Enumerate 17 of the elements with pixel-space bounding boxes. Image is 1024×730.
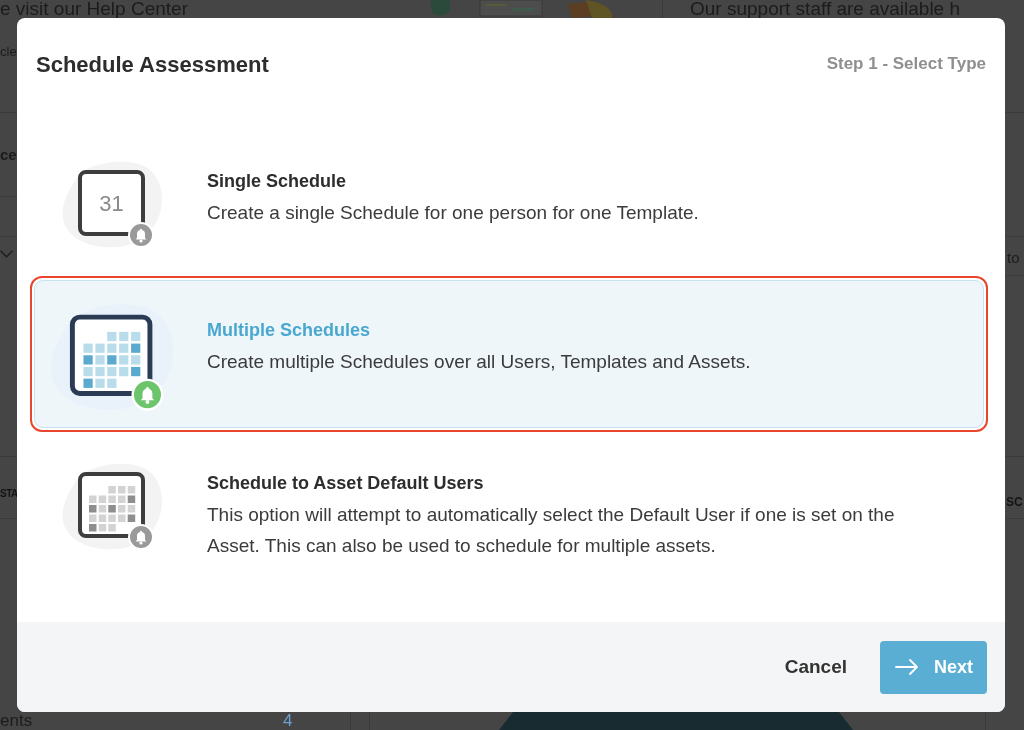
option-description: Create a single Schedule for one person for one Template. [207,201,699,225]
calendar-bell-icon: 31 [61,159,165,249]
arrow-right-icon [895,659,919,675]
schedule-option[interactable]: Multiple Schedules Create multiple Schedules over all Users, Templates and Assets. [30,276,988,432]
schedule-option[interactable]: Schedule to Asset Default Users This option will attempt to automatically select the Default User if one is set on the Asset. This can also be used to schedule for multiple assets. [30,432,988,578]
option-title: Multiple Schedules [207,319,372,342]
option-title: Single Schedule [207,170,348,193]
calendar-bell-icon [61,461,165,551]
dialog-title: Schedule Assessment [36,50,269,79]
cancel-button[interactable]: Cancel [768,640,863,694]
chevron-down-icon [0,250,13,258]
step-indicator: Step 1 - Select Type [826,53,986,76]
count-text: 4 [283,712,293,729]
option-description: Create multiple Schedules over all Users, Templates and Assets. [207,350,751,374]
schedule-option[interactable]: 31 Single Schedule Create a single Schedule for one person for one Template. [30,130,988,276]
option-description: This option will attempt to automatically select the Default User if one is set on the Asset. This can also be used to schedule for multiple assets. [207,503,896,558]
option-title: Schedule to Asset Default Users [207,472,485,495]
